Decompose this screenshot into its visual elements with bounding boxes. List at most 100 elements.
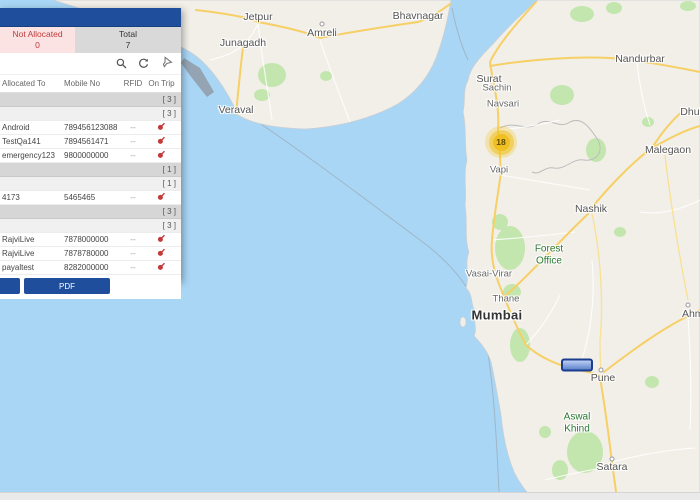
cell-rfid: -- — [120, 123, 146, 132]
table-row-subgroup[interactable]: [ 1 ] — [0, 177, 181, 191]
cell-mobile-no: 8282000000 — [64, 263, 120, 272]
cell-rfid: -- — [120, 235, 146, 244]
column-header-mobile-no[interactable]: Mobile No — [64, 79, 120, 88]
allocation-panel: Not Allocated 0 Total 7 Allocated ToMobi… — [0, 8, 181, 281]
search-icon[interactable] — [116, 58, 127, 69]
cell-on-trip — [146, 234, 177, 245]
cell-rfid: -- — [120, 249, 146, 258]
table-row-data[interactable]: RajviLive7878000000-- — [0, 233, 181, 247]
map-label-mumbai: Mumbai — [472, 309, 523, 324]
table-row-subgroup[interactable]: [ 3 ] — [0, 107, 181, 121]
filter-icon[interactable] — [158, 55, 174, 71]
cell-rfid: -- — [120, 193, 146, 202]
map-label-aswal: Aswal Khind — [564, 412, 591, 435]
cell-mobile-no: 9800000000 — [64, 151, 120, 160]
group-count-badge: [ 3 ] — [163, 95, 181, 104]
town-dot — [599, 368, 604, 373]
cell-allocated-to: TestQa141 — [0, 137, 64, 146]
map-label-malegaon: Malegaon — [645, 144, 691, 156]
stat-total[interactable]: Total 7 — [75, 27, 181, 53]
map-label-vapi: Vapi — [490, 166, 508, 177]
column-header-on-trip[interactable]: On Trip — [146, 79, 177, 88]
town-dot — [610, 457, 615, 462]
table-row-subgroup[interactable]: [ 3 ] — [0, 219, 181, 233]
stat-not-allocated[interactable]: Not Allocated 0 — [0, 27, 75, 53]
group-count-badge: [ 3 ] — [163, 109, 181, 118]
cell-mobile-no: 789456123088 — [64, 123, 120, 132]
table-row-group[interactable]: [ 1 ] — [0, 163, 181, 177]
group-count-badge: [ 3 ] — [163, 207, 181, 216]
marker-cluster[interactable]: 18 — [485, 126, 517, 158]
bottom-edge-bar — [0, 492, 700, 500]
table-row-data[interactable]: TestQa1417894561471-- — [0, 135, 181, 149]
group-count-badge: [ 1 ] — [163, 179, 181, 188]
table-row-group[interactable]: [ 3 ] — [0, 205, 181, 219]
cell-allocated-to: RajviLive — [0, 235, 64, 244]
cell-allocated-to: emergency123 — [0, 151, 64, 160]
map-label-thane: Thane — [493, 295, 520, 306]
pdf-button[interactable]: PDF — [24, 278, 110, 294]
on-trip-status-icon — [157, 234, 166, 243]
cell-allocated-to: RajviLive — [0, 249, 64, 258]
column-header-rfid[interactable]: RFID — [120, 79, 146, 88]
on-trip-status-icon — [157, 150, 166, 159]
map-label-navsari: Navsari — [487, 100, 519, 111]
cell-on-trip — [146, 262, 177, 273]
cell-on-trip — [146, 248, 177, 259]
cell-rfid: -- — [120, 263, 146, 272]
vehicle-marker[interactable] — [561, 359, 593, 372]
action-button-partial[interactable] — [0, 278, 20, 294]
map-label-nandurbar: Nandurbar — [615, 53, 665, 65]
cell-allocated-to: 4173 — [0, 193, 64, 202]
map-label-jetpur: Jetpur — [243, 11, 272, 23]
cell-rfid: -- — [120, 151, 146, 160]
cell-on-trip — [146, 192, 177, 203]
cell-on-trip — [146, 150, 177, 161]
on-trip-status-icon — [157, 248, 166, 257]
cell-mobile-no: 7878000000 — [64, 235, 120, 244]
map-label-amreli: Amreli — [307, 27, 337, 39]
table-row-data[interactable]: Android789456123088-- — [0, 121, 181, 135]
not-allocated-value: 0 — [0, 40, 75, 51]
table-row-data[interactable]: 41735465465-- — [0, 191, 181, 205]
panel-toolbar — [0, 53, 181, 75]
cell-on-trip — [146, 136, 177, 147]
map-label-veraval: Veraval — [218, 104, 253, 116]
cell-allocated-to: Android — [0, 123, 64, 132]
group-count-badge: [ 3 ] — [163, 221, 181, 230]
map-label-sachin: Sachin — [482, 84, 511, 95]
stats-row: Not Allocated 0 Total 7 — [0, 27, 181, 53]
cell-mobile-no: 7894561471 — [64, 137, 120, 146]
cell-on-trip — [146, 122, 177, 133]
not-allocated-label: Not Allocated — [0, 29, 75, 40]
table-row-data[interactable]: payaltest8282000000-- — [0, 261, 181, 275]
cell-mobile-no: 5465465 — [64, 193, 120, 202]
cluster-count: 18 — [493, 134, 510, 151]
island-mumbai — [460, 317, 466, 327]
map-label-nashik: Nashik — [575, 203, 607, 215]
map-label-satara: Satara — [597, 461, 628, 473]
map-label-ahmadnagar: Ahmadnagar — [682, 308, 700, 320]
total-value: 7 — [75, 40, 181, 51]
column-header-allocated-to[interactable]: Allocated To — [0, 79, 64, 88]
cell-rfid: -- — [120, 137, 146, 146]
cell-mobile-no: 7878780000 — [64, 249, 120, 258]
map-label-bhavnagar: Bhavnagar — [393, 10, 444, 22]
on-trip-status-icon — [157, 192, 166, 201]
table-body: [ 3 ][ 3 ]Android789456123088--TestQa141… — [0, 93, 181, 275]
map-label-dhule: Dhule — [680, 106, 700, 118]
on-trip-status-icon — [157, 262, 166, 271]
cell-allocated-to: payaltest — [0, 263, 64, 272]
map-label-pune: Pune — [591, 372, 616, 384]
table-row-group[interactable]: [ 3 ] — [0, 93, 181, 107]
refresh-icon[interactable] — [138, 58, 149, 69]
group-count-badge: [ 1 ] — [163, 165, 181, 174]
table-row-data[interactable]: RajviLive7878780000-- — [0, 247, 181, 261]
map-label-junagadh: Junagadh — [220, 37, 266, 49]
map-label-vasai-virar: Vasai-Virar — [466, 270, 512, 281]
panel-buttons-row: PDF — [0, 275, 181, 299]
on-trip-status-icon — [157, 136, 166, 145]
map-label-forest: Forest Office — [535, 244, 563, 267]
table-row-data[interactable]: emergency1239800000000-- — [0, 149, 181, 163]
panel-title-bar[interactable] — [0, 8, 181, 27]
